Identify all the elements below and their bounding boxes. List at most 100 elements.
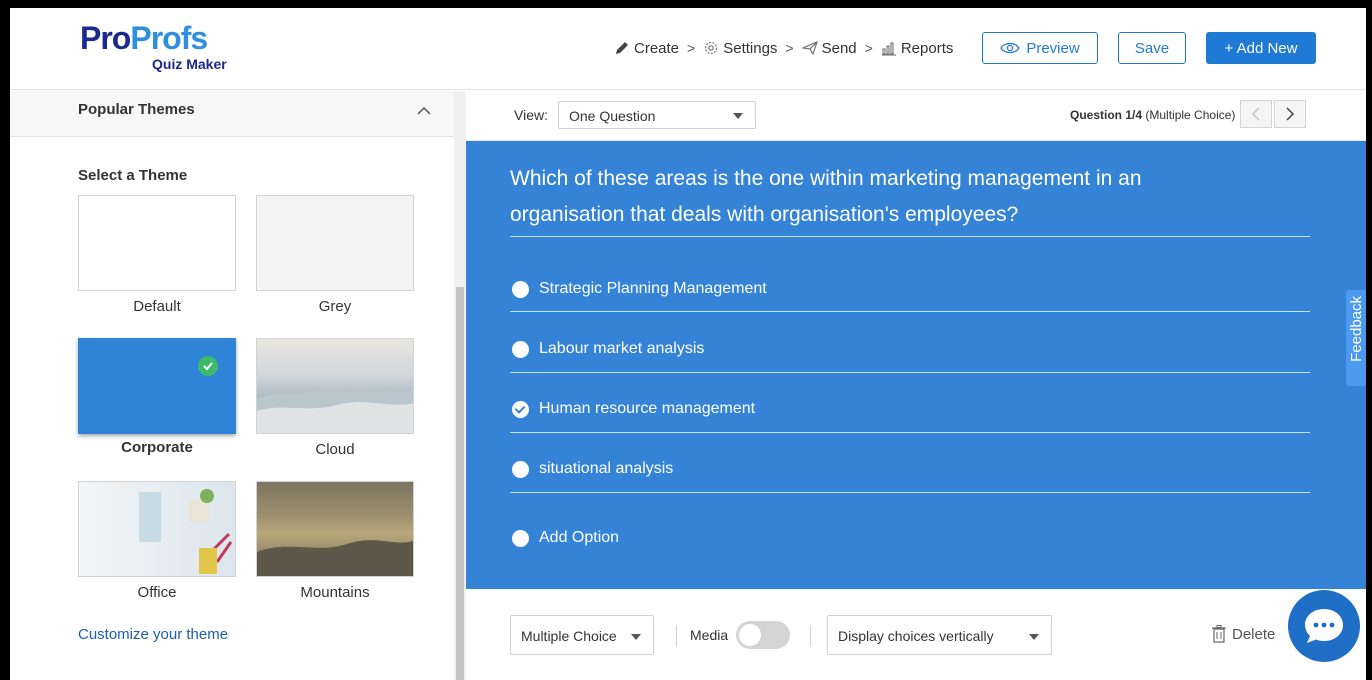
- question-type-value: Multiple Choice: [521, 628, 617, 644]
- display-choices-value: Display choices vertically: [838, 628, 994, 644]
- add-new-button[interactable]: + Add New: [1206, 32, 1316, 64]
- previous-question-button[interactable]: [1240, 100, 1272, 128]
- nav-separator: >: [785, 40, 794, 56]
- radio-icon[interactable]: [512, 460, 529, 478]
- media-toggle-knob: [739, 624, 761, 646]
- nav-step-reports[interactable]: Reports: [881, 39, 954, 57]
- theme-sidebar: Popular Themes Select a Theme Default Gr…: [10, 91, 466, 680]
- delete-label: Delete: [1232, 625, 1276, 643]
- chat-button[interactable]: [1288, 590, 1360, 662]
- theme-card-office[interactable]: [78, 481, 236, 577]
- radio-icon[interactable]: [512, 280, 529, 298]
- divider: [676, 625, 677, 647]
- sidebar-scrollbar[interactable]: [454, 91, 466, 680]
- option-item[interactable]: situational analysis: [512, 457, 673, 481]
- theme-card-default[interactable]: [78, 195, 236, 291]
- add-option-label: Add Option: [539, 529, 620, 546]
- nav-separator: >: [864, 40, 873, 56]
- popular-themes-header[interactable]: Popular Themes: [10, 91, 454, 137]
- theme-card-grey[interactable]: [256, 195, 414, 291]
- selected-check-icon: [198, 356, 218, 376]
- option-divider: [510, 372, 1310, 373]
- nav-step-reports-label: Reports: [900, 39, 954, 57]
- option-label[interactable]: situational analysis: [539, 460, 673, 478]
- feedback-tab[interactable]: Feedback: [1346, 290, 1366, 386]
- radio-checked-icon[interactable]: [512, 400, 529, 418]
- nav-step-settings-label: Settings: [723, 39, 778, 57]
- display-choices-select[interactable]: Display choices vertically: [827, 615, 1052, 655]
- option-label[interactable]: Labour market analysis: [539, 340, 704, 358]
- theme-label-office: Office: [137, 584, 177, 601]
- view-select-value: One Question: [569, 108, 656, 124]
- theme-label-mountains: Mountains: [300, 584, 370, 601]
- popular-themes-title: Popular Themes: [78, 101, 195, 118]
- media-label: Media: [690, 627, 729, 643]
- theme-card-cloud[interactable]: [256, 338, 414, 434]
- question-counter-type: (Multiple Choice): [1145, 108, 1236, 122]
- app-frame: ProProfs Quiz Maker Create > Settings > …: [10, 8, 1366, 680]
- add-new-button-label: + Add New: [1224, 39, 1298, 57]
- option-label[interactable]: Strategic Planning Management: [539, 280, 767, 298]
- workflow-nav: Create > Settings > Send > Reports: [614, 36, 953, 60]
- theme-card-mountains[interactable]: [256, 481, 414, 577]
- option-item[interactable]: Labour market analysis: [512, 337, 704, 361]
- media-toggle[interactable]: [736, 621, 790, 649]
- logo-subtitle: Quiz Maker: [152, 56, 227, 72]
- view-label: View:: [514, 107, 548, 123]
- save-button-label: Save: [1134, 39, 1170, 57]
- top-header: ProProfs Quiz Maker Create > Settings > …: [10, 8, 1366, 90]
- view-select[interactable]: One Question: [558, 101, 756, 129]
- eye-icon: [1000, 42, 1021, 54]
- nav-step-send-label: Send: [821, 39, 857, 57]
- question-text[interactable]: Which of these areas is the one within m…: [510, 161, 1240, 233]
- add-option-button[interactable]: Add Option: [512, 526, 619, 550]
- proprofs-logo[interactable]: ProProfs Quiz Maker: [80, 22, 240, 74]
- bar-chart-icon: [881, 42, 896, 56]
- sidebar-scrollbar-thumb[interactable]: [456, 287, 464, 680]
- radio-icon: [512, 529, 529, 547]
- customize-theme-link[interactable]: Customize your theme: [78, 626, 228, 643]
- cloud-thumbnail: [257, 387, 413, 433]
- question-editor: Which of these areas is the one within m…: [466, 141, 1366, 589]
- option-divider: [510, 311, 1310, 312]
- option-label[interactable]: Human resource management: [539, 400, 755, 418]
- radio-icon[interactable]: [512, 340, 529, 358]
- question-type-select[interactable]: Multiple Choice: [510, 615, 654, 655]
- nav-step-settings[interactable]: Settings: [703, 40, 777, 57]
- view-toolbar: View: One Question Question 1/4 (Multipl…: [466, 91, 1366, 141]
- logo-part-profs: Profs: [130, 20, 208, 56]
- theme-label-cloud: Cloud: [315, 441, 355, 458]
- next-question-button[interactable]: [1274, 100, 1306, 128]
- nav-step-create-label: Create: [634, 39, 680, 57]
- theme-label-corporate: Corporate: [121, 439, 193, 456]
- question-divider: [510, 236, 1310, 237]
- delete-question-button[interactable]: Delete: [1212, 625, 1275, 643]
- preview-button[interactable]: Preview: [982, 32, 1098, 64]
- caret-down-icon: [631, 634, 641, 640]
- nav-step-send[interactable]: Send: [801, 39, 857, 57]
- option-item[interactable]: Strategic Planning Management: [512, 277, 767, 301]
- nav-step-create[interactable]: Create: [614, 40, 679, 57]
- option-item[interactable]: Human resource management: [512, 397, 755, 421]
- select-theme-title: Select a Theme: [78, 167, 188, 184]
- question-counter: Question 1/4 (Multiple Choice): [1070, 108, 1235, 122]
- question-counter-number: Question 1/4: [1070, 108, 1143, 122]
- theme-label-grey: Grey: [318, 298, 352, 315]
- option-divider: [510, 432, 1310, 433]
- gear-icon: [705, 41, 718, 55]
- caret-down-icon: [1029, 634, 1039, 640]
- theme-card-corporate[interactable]: [78, 338, 236, 434]
- caret-down-icon: [733, 113, 743, 119]
- trash-icon: [1212, 625, 1226, 643]
- save-button[interactable]: Save: [1118, 32, 1186, 64]
- chevron-left-icon: [1251, 107, 1260, 121]
- chevron-right-icon: [1286, 107, 1295, 121]
- preview-button-label: Preview: [1026, 39, 1080, 57]
- office-thumbnail: [139, 489, 233, 574]
- question-options-bar: Multiple Choice Media Display choices ve…: [466, 589, 1366, 680]
- theme-label-default: Default: [133, 298, 181, 315]
- pencil-icon: [616, 42, 628, 54]
- chat-bubble-icon: [1305, 609, 1343, 643]
- logo-part-pro: Pro: [80, 20, 131, 56]
- chevron-up-icon[interactable]: [414, 101, 434, 121]
